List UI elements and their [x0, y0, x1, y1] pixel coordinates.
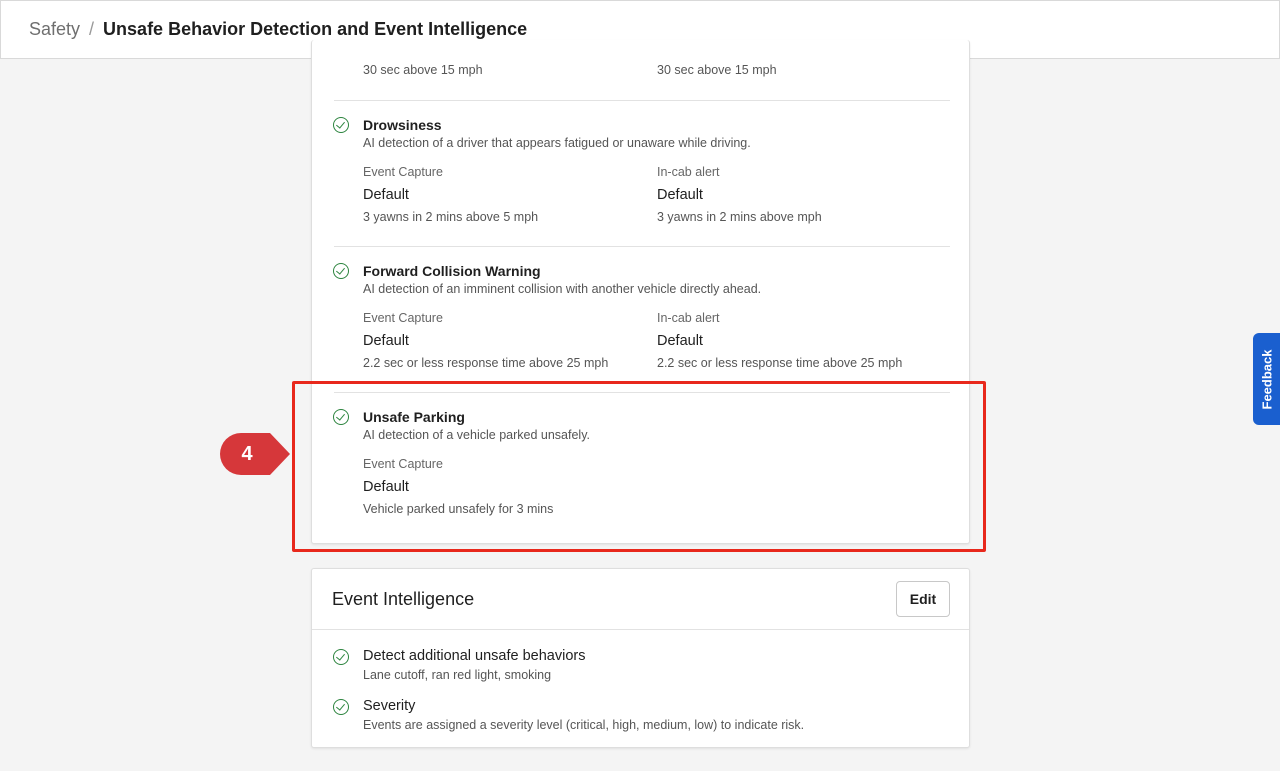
behavior-title: Drowsiness — [363, 117, 442, 133]
event-capture-label: Event Capture — [363, 165, 443, 179]
ei-item-title: Severity — [363, 698, 416, 714]
in-cab-sub: 2.2 sec or less response time above 25 m… — [657, 356, 903, 370]
ei-item-additional-behaviors: Detect additional unsafe behaviors Lane … — [312, 648, 969, 688]
in-cab-value: Default — [657, 187, 703, 203]
behavior-title: Forward Collision Warning — [363, 263, 541, 279]
partial-event-capture-sub: 30 sec above 15 mph — [363, 63, 483, 77]
in-cab-value: Default — [657, 333, 703, 349]
behavior-description: AI detection of a driver that appears fa… — [363, 136, 751, 150]
behavior-drowsiness: Drowsiness AI detection of a driver that… — [312, 101, 969, 247]
check-circle-icon — [333, 649, 349, 665]
section-title: Event Intelligence — [332, 589, 475, 609]
in-cab-label: In-cab alert — [657, 311, 720, 325]
edit-button[interactable]: Edit — [896, 581, 950, 617]
feedback-tab[interactable]: Feedback — [1253, 333, 1280, 425]
partial-in-cab-sub: 30 sec above 15 mph — [657, 63, 777, 77]
event-capture-label: Event Capture — [363, 311, 443, 325]
in-cab-sub: 3 yawns in 2 mins above mph — [657, 210, 822, 224]
divider — [312, 629, 969, 630]
ei-item-description: Lane cutoff, ran red light, smoking — [363, 668, 552, 682]
event-capture-sub: 2.2 sec or less response time above 25 m… — [363, 356, 609, 370]
behavior-description: AI detection of an imminent collision wi… — [363, 282, 762, 296]
breadcrumb-parent[interactable]: Safety — [29, 19, 80, 40]
breadcrumb-separator: / — [89, 19, 95, 39]
behavior-forward-collision-warning: Forward Collision Warning AI detection o… — [312, 247, 969, 393]
feedback-label: Feedback — [1259, 349, 1275, 409]
event-capture-value: Default — [363, 333, 409, 349]
ei-item-title: Detect additional unsafe behaviors — [363, 648, 586, 664]
event-intelligence-card: Event Intelligence Edit Detect additiona… — [311, 568, 970, 748]
check-circle-icon — [333, 263, 349, 279]
event-capture-value: Default — [363, 187, 409, 203]
check-circle-icon — [333, 699, 349, 715]
check-circle-icon — [333, 117, 349, 133]
highlight-box — [292, 381, 986, 552]
page-title: Unsafe Behavior Detection and Event Inte… — [103, 19, 528, 39]
ei-item-description: Events are assigned a severity level (cr… — [363, 718, 805, 732]
event-capture-sub: 3 yawns in 2 mins above 5 mph — [363, 210, 539, 224]
ei-item-severity: Severity Events are assigned a severity … — [312, 698, 969, 738]
step-number: 4 — [241, 442, 253, 465]
in-cab-label: In-cab alert — [657, 165, 720, 179]
